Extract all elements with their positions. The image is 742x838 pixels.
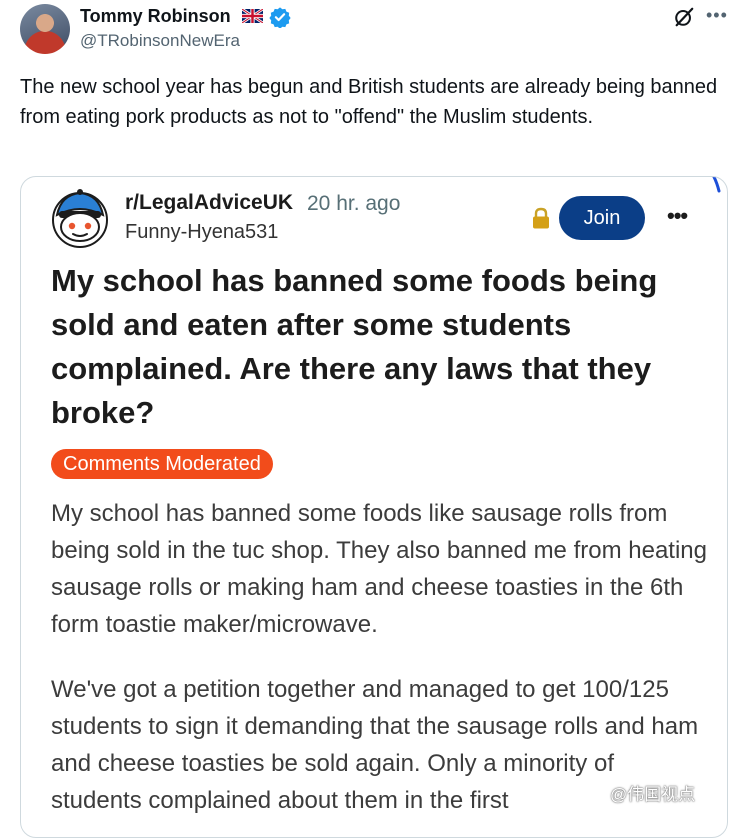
author-avatar[interactable] <box>20 4 70 54</box>
grok-icon[interactable] <box>673 6 695 28</box>
join-button[interactable]: Join <box>559 196 645 240</box>
subreddit-name[interactable]: r/LegalAdviceUK <box>125 191 293 215</box>
post-username[interactable]: Funny-Hyena531 <box>125 221 278 244</box>
comments-moderated-badge: Comments Moderated <box>51 449 273 479</box>
pen-stroke-mark <box>712 177 721 193</box>
post-time: 20 hr. ago <box>307 192 401 215</box>
watermark-text: @伟国视点 <box>610 785 696 804</box>
post-paragraph: My school has banned some foods like sau… <box>51 500 707 638</box>
author-name[interactable]: Tommy Robinson <box>80 6 231 27</box>
more-icon[interactable]: ••• <box>667 203 688 229</box>
more-icon[interactable]: ••• <box>706 5 728 26</box>
verified-badge-icon <box>269 7 291 28</box>
tweet-text: The new school year has begun and Britis… <box>20 76 718 128</box>
post-title: My school has banned some foods being so… <box>51 263 658 430</box>
reddit-post-card[interactable]: r/LegalAdviceUK 20 hr. ago Funny-Hyena53… <box>20 176 728 838</box>
watermark: @伟国视点 <box>610 780 695 805</box>
uk-flag-icon <box>242 9 263 23</box>
author-handle[interactable]: @TRobinsonNewEra <box>80 31 240 51</box>
lock-icon <box>533 207 549 229</box>
snoo-avatar-icon <box>52 189 108 248</box>
